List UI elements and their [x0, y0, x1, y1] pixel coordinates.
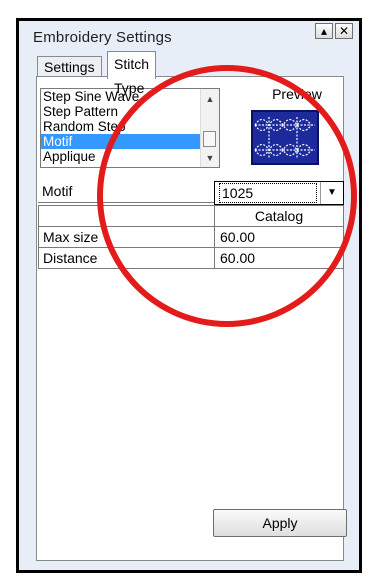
stitch-type-list[interactable]: Step Sine Wave Step Pattern Random Step …	[40, 88, 220, 168]
catalog-row: Catalog	[38, 205, 344, 227]
list-item-applique[interactable]: Applique	[41, 149, 219, 164]
motif-label: Motif	[38, 181, 215, 203]
motif-row: Motif 1025 ▼	[38, 181, 344, 205]
max-size-label: Max size	[38, 226, 215, 248]
tab-settings[interactable]: Settings	[37, 56, 102, 78]
stitch-type-panel: Step Sine Wave Step Pattern Random Step …	[36, 76, 344, 561]
list-item-step-pattern[interactable]: Step Pattern	[41, 104, 219, 119]
tab-stitch-type[interactable]: Stitch Type	[107, 51, 157, 96]
scroll-down-icon[interactable]: ▼	[201, 150, 219, 166]
motif-combobox[interactable]: 1025 ▼	[214, 181, 344, 205]
scrollbar-thumb[interactable]	[203, 131, 216, 147]
distance-label: Distance	[38, 247, 215, 269]
max-size-field[interactable]: 60.00	[214, 226, 344, 248]
catalog-button[interactable]: Catalog	[214, 205, 344, 227]
apply-button[interactable]: Apply	[213, 509, 347, 537]
preview-label: Preview	[272, 86, 322, 102]
list-item-random-step[interactable]: Random Step	[41, 119, 219, 134]
settings-window: Embroidery Settings ▴ ✕ Settings Stitch …	[16, 18, 362, 573]
chevron-down-icon[interactable]: ▼	[320, 182, 343, 204]
title-bar[interactable]: Embroidery Settings ▴ ✕	[19, 21, 359, 46]
list-scrollbar[interactable]: ▲ ▼	[200, 89, 219, 167]
minimize-button[interactable]: ▴	[315, 23, 333, 39]
motif-preview	[251, 110, 319, 165]
list-item-motif[interactable]: Motif	[41, 134, 219, 149]
distance-field[interactable]: 60.00	[214, 247, 344, 269]
close-button[interactable]: ✕	[335, 23, 353, 39]
motif-pattern-icon	[254, 117, 315, 158]
scroll-up-icon[interactable]: ▲	[201, 91, 219, 107]
max-size-row: Max size 60.00	[38, 226, 344, 248]
window-title: Embroidery Settings	[33, 29, 172, 46]
motif-value[interactable]: 1025	[219, 183, 317, 203]
distance-row: Distance 60.00	[38, 247, 344, 269]
catalog-label	[38, 205, 215, 227]
